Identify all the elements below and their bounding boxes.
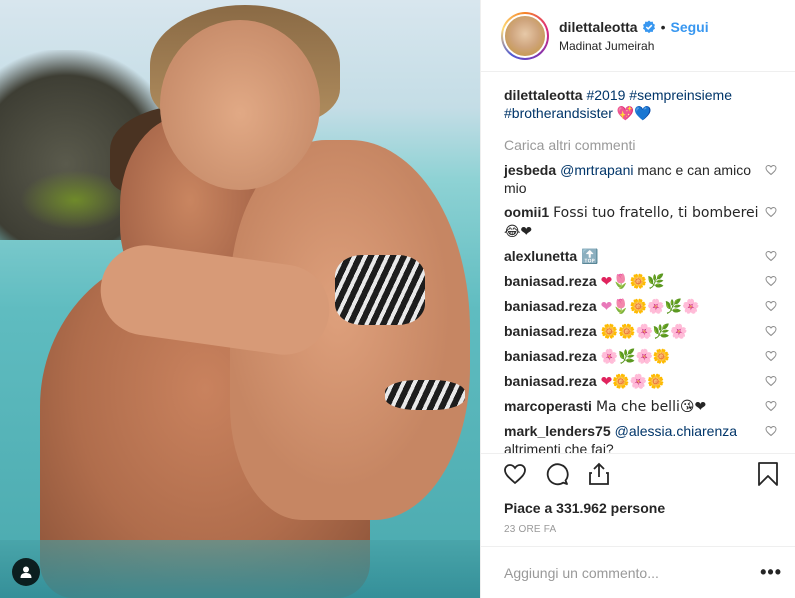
comment-text: ❤🌷🌼🌸🌿🌸 — [600, 299, 700, 315]
comment-text: ❤🌷🌼🌿 — [600, 274, 665, 290]
like-comment-icon[interactable] — [765, 206, 777, 218]
comment-username[interactable]: baniasad.reza — [504, 323, 597, 339]
comment-input[interactable] — [504, 564, 761, 581]
like-comment-icon[interactable] — [765, 250, 777, 262]
post-timestamp[interactable]: 23 ORE FA — [504, 524, 556, 535]
load-more-comments[interactable]: Carica altri commenti — [504, 137, 779, 153]
post-header: dilettaleotta • Segui Madinat Jumeirah — [481, 0, 795, 72]
comment-text: 🔝 — [581, 249, 599, 265]
hashtag[interactable]: #2019 — [586, 87, 625, 103]
comment-item: jesbeda @mrtrapani manc e can amico mio — [504, 161, 779, 197]
comment-item: baniasad.reza ❤🌷🌼🌿 — [504, 272, 779, 291]
comment-item: marcoperasti Ma che belli😘❤ — [504, 397, 779, 416]
follow-button[interactable]: Segui — [670, 19, 708, 35]
comment-username[interactable]: baniasad.reza — [504, 373, 597, 389]
comment-item: baniasad.reza 🌼🌼🌸🌿🌸 — [504, 322, 779, 341]
like-comment-icon[interactable] — [765, 300, 777, 312]
likes-count[interactable]: Piace a 331.962 persone — [504, 500, 665, 516]
action-bar — [481, 453, 795, 493]
like-comment-icon[interactable] — [765, 400, 777, 412]
comment-username[interactable]: baniasad.reza — [504, 273, 597, 289]
comment-item: baniasad.reza ❤🌷🌼🌸🌿🌸 — [504, 297, 779, 316]
avatar[interactable] — [501, 11, 549, 60]
username-link[interactable]: dilettaleotta — [559, 19, 638, 35]
more-icon[interactable]: ••• — [760, 562, 782, 583]
comment-username[interactable]: jesbeda — [504, 162, 556, 178]
comment-username[interactable]: alexlunetta — [504, 248, 577, 264]
comment-text: ❤🌼🌸🌼 — [600, 374, 665, 390]
caption-username[interactable]: dilettaleotta — [504, 87, 583, 103]
comment-item: oomii1 Fossi tuo fratello, ti bomberei 😂❤ — [504, 203, 779, 241]
like-comment-icon[interactable] — [765, 275, 777, 287]
comment-item: baniasad.reza 🌸🌿🌸🌼 — [504, 347, 779, 366]
post-sidebar: dilettaleotta • Segui Madinat Jumeirah d… — [480, 0, 795, 598]
water — [0, 540, 480, 598]
location-link[interactable]: Madinat Jumeirah — [559, 39, 709, 53]
separator-dot: • — [660, 18, 666, 35]
share-icon[interactable] — [585, 460, 613, 488]
comments-list: dilettaleotta #2019 #sempreinsieme #brot… — [481, 72, 795, 457]
woman-head — [160, 20, 320, 190]
comment-username[interactable]: marcoperasti — [504, 398, 592, 414]
bikini-top — [335, 255, 425, 325]
comment-icon[interactable] — [543, 460, 571, 488]
comment-item: alexlunetta 🔝 — [504, 247, 779, 266]
comment-item: baniasad.reza ❤🌼🌸🌼 — [504, 372, 779, 391]
comment-text: 🌸🌿🌸🌼 — [600, 349, 671, 365]
caption: dilettaleotta #2019 #sempreinsieme #brot… — [504, 86, 779, 123]
bikini-bottom — [385, 380, 465, 410]
comment-username[interactable]: mark_lenders75 — [504, 423, 611, 439]
comment-username[interactable]: oomii1 — [504, 204, 549, 220]
like-comment-icon[interactable] — [765, 325, 777, 337]
comment-item: mark_lenders75 @alessia.chiarenza altrime… — [504, 422, 779, 457]
caption-emoji: 💖💙 — [616, 106, 652, 122]
like-comment-icon[interactable] — [765, 350, 777, 362]
comment-mention[interactable]: @mrtrapani — [560, 162, 633, 178]
comment-mention[interactable]: @alessia.chiarenza — [615, 423, 737, 439]
like-comment-icon[interactable] — [765, 375, 777, 387]
add-comment-bar: ••• — [481, 546, 795, 598]
verified-icon — [642, 20, 655, 33]
comment-username[interactable]: baniasad.reza — [504, 348, 597, 364]
comment-text: 🌼🌼🌸🌿🌸 — [600, 324, 688, 340]
heart-icon[interactable] — [501, 460, 529, 488]
post-photo[interactable] — [0, 0, 480, 598]
hashtag[interactable]: #brotherandsister — [504, 105, 613, 121]
like-comment-icon[interactable] — [765, 425, 777, 437]
user-tag-icon[interactable] — [12, 558, 40, 586]
like-comment-icon[interactable] — [765, 164, 777, 176]
hashtag[interactable]: #sempreinsieme — [629, 87, 732, 103]
comment-username[interactable]: baniasad.reza — [504, 298, 597, 314]
bookmark-icon[interactable] — [754, 460, 782, 488]
comment-text: Ma che belli😘❤ — [595, 399, 707, 415]
